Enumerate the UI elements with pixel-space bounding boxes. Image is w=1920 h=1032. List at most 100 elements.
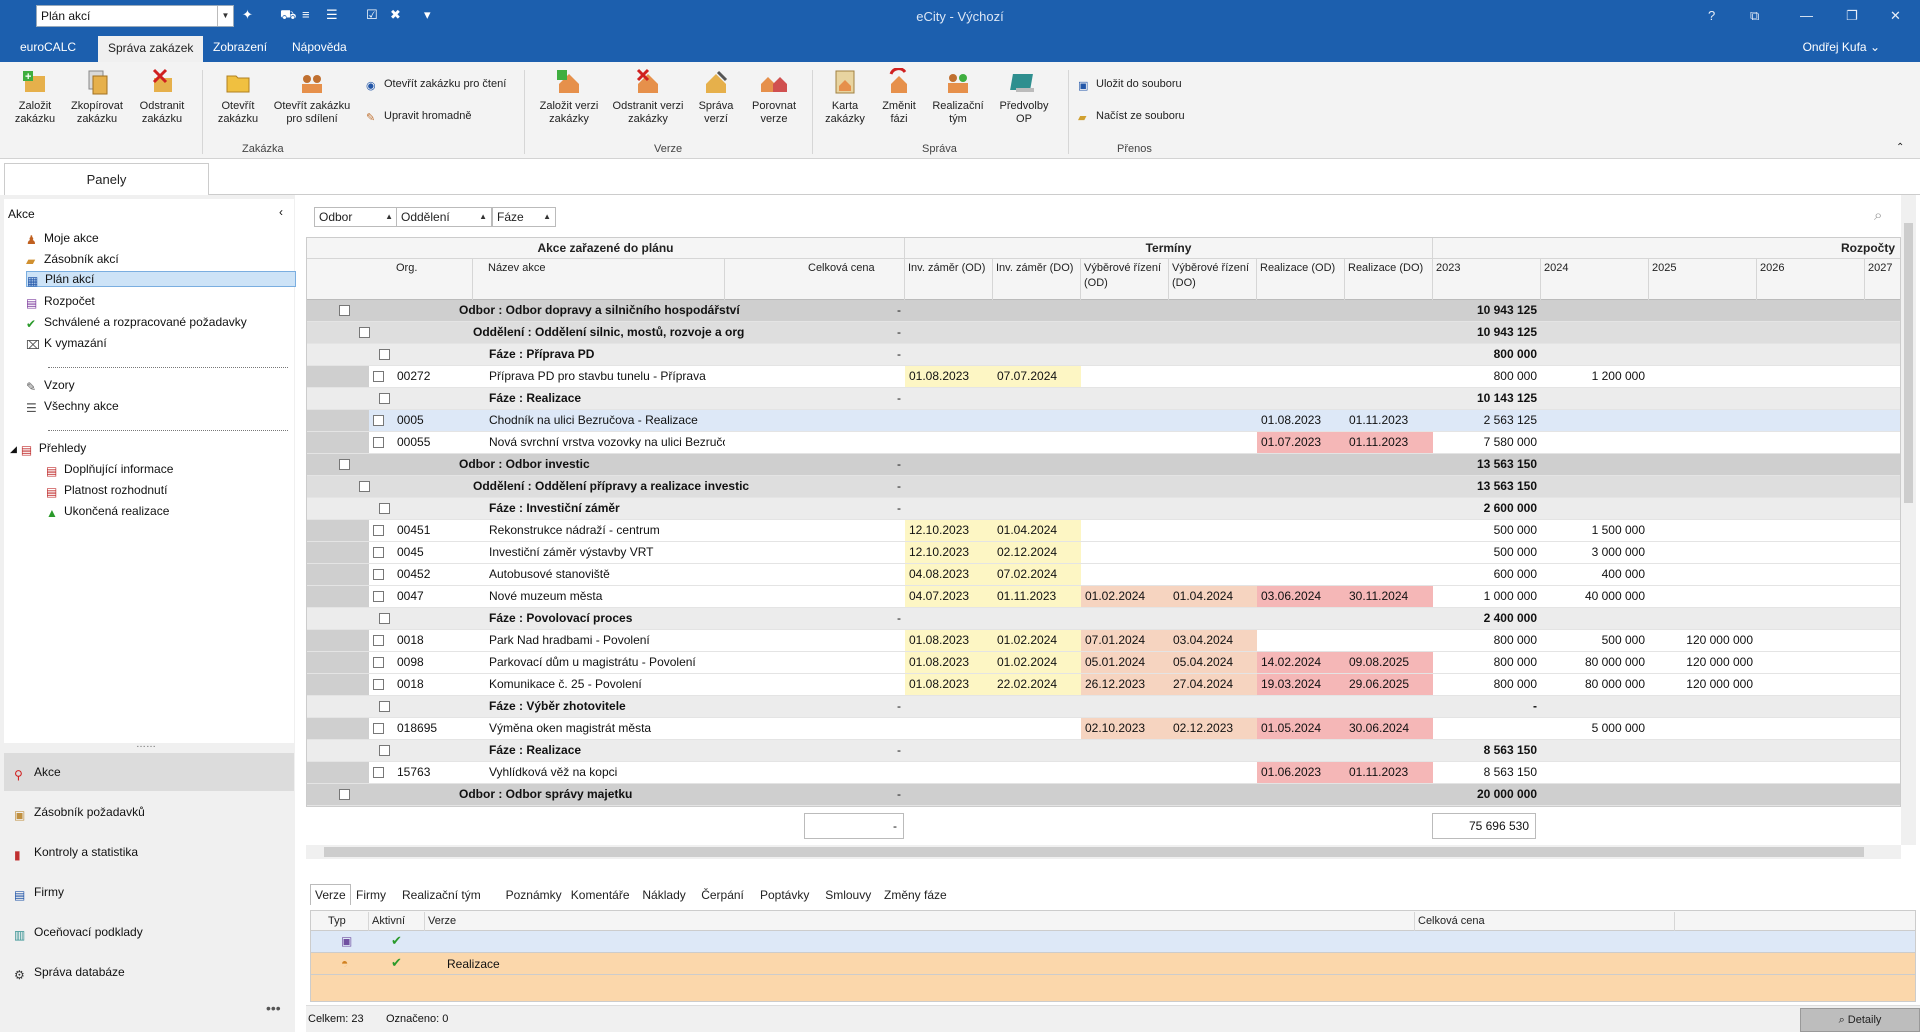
group-row[interactable]: Odbor : Odbor správy majetku - 20 000 000	[307, 784, 1900, 806]
nav-ocenovaci[interactable]: ▥ Oceňovací podklady	[4, 913, 294, 951]
detail-tab[interactable]: Verze	[310, 884, 351, 905]
tab-zobrazeni[interactable]: Zobrazení	[213, 40, 267, 54]
column-header[interactable]: Org.	[393, 259, 473, 300]
odstranit-zakazku-button[interactable]: Odstranit zakázku	[134, 68, 190, 126]
otevrit-sdileni-button[interactable]: Otevřít zakázku pro sdílení	[270, 68, 354, 126]
group-row[interactable]: Fáze : Realizace - 8 563 150	[307, 740, 1900, 762]
row-checkbox[interactable]	[373, 525, 384, 536]
detail-tab[interactable]: Komentáře	[571, 888, 630, 902]
table-row[interactable]: 00451 Rekonstrukce nádraží - centrum 12.10…	[307, 520, 1900, 542]
column-header[interactable]: Výběrové řízení (DO)	[1169, 259, 1257, 300]
group-row[interactable]: Fáze : Realizace - 10 143 125	[307, 388, 1900, 410]
table-row[interactable]: 00452 Autobusové stanoviště 04.08.2023 07.0…	[307, 564, 1900, 586]
row-checkbox[interactable]	[379, 503, 390, 514]
group-row[interactable]: Fáze : Příprava PD - 800 000	[307, 344, 1900, 366]
panely-tab[interactable]: Panely	[4, 163, 209, 195]
column-header[interactable]: Celková cena	[805, 259, 905, 300]
nav-zasobnik-pozadavku[interactable]: ▣ Zásobník požadavků	[4, 793, 294, 831]
row-checkbox[interactable]	[379, 745, 390, 756]
col-typ[interactable]: Typ	[325, 912, 369, 931]
detail-tab[interactable]: Smlouvy	[825, 888, 871, 902]
user-menu[interactable]: Ondřej Kufa ⌄	[1803, 40, 1880, 54]
row-checkbox[interactable]	[339, 305, 350, 316]
group-row[interactable]: Fáze : Povolovací proces - 2 400 000	[307, 608, 1900, 630]
detail-tab[interactable]: Náklady	[642, 888, 685, 902]
table-row[interactable]: 00055 Nová svrchní vrstva vozovky na ulic…	[307, 432, 1900, 454]
nav-sprava-databaze[interactable]: ⚙ Správa databáze	[4, 953, 294, 991]
table-row[interactable]: 0047 Nové muzeum města 04.07.2023 01.11.202…	[307, 586, 1900, 608]
nav-firmy[interactable]: ▤ Firmy	[4, 873, 294, 911]
otevrit-zakazku-button[interactable]: Otevřít zakázku	[210, 68, 266, 126]
table-row[interactable]: 15763 Vyhlídková věž na kopci 01.06.2023 01…	[307, 762, 1900, 784]
maximize-icon[interactable]: ❐	[1846, 8, 1858, 24]
nav-kontroly[interactable]: ▮ Kontroly a statistika	[4, 833, 294, 871]
nav-akce[interactable]: ⚲ Akce	[4, 753, 294, 791]
tree-doplnujici[interactable]: ▤ Doplňující informace	[46, 462, 173, 478]
nacist-ze-souboru-button[interactable]: ▰ Načíst ze souboru	[1078, 110, 1185, 124]
row-checkbox[interactable]	[373, 547, 384, 558]
tree-zasobnik-akci[interactable]: ▰ Zásobník akcí	[26, 252, 119, 268]
row-checkbox[interactable]	[379, 613, 390, 624]
table-row[interactable]: 0005 Chodník na ulici Bezručova - Realiza…	[307, 410, 1900, 432]
group-row[interactable]: Oddělení : Oddělení silnic, mostů, rozvo…	[307, 322, 1900, 344]
row-checkbox[interactable]	[339, 789, 350, 800]
group-row[interactable]: Odbor : Odbor investic - 13 563 150	[307, 454, 1900, 476]
upravit-hromadne-button[interactable]: ✎ Upravit hromadně	[366, 110, 471, 124]
col-aktivni[interactable]: Aktivní	[369, 912, 425, 931]
row-checkbox[interactable]	[373, 635, 384, 646]
otevrit-cteni-button[interactable]: ◉ Otevřít zakázku pro čtení	[366, 78, 506, 92]
table-row[interactable]: 00272 Příprava PD pro stavbu tunelu - Pří…	[307, 366, 1900, 388]
column-header[interactable]: Inv. záměr (DO)	[993, 259, 1081, 300]
column-header[interactable]: Výběrové řízení (OD)	[1081, 259, 1169, 300]
collapse-ribbon-icon[interactable]: ⌃	[1896, 142, 1904, 153]
karta-zakazky-button[interactable]: Karta zakázky	[820, 68, 870, 126]
row-checkbox[interactable]	[379, 701, 390, 712]
close-icon[interactable]: ✕	[1890, 8, 1901, 24]
horizontal-scrollbar[interactable]	[306, 845, 1901, 859]
zalozit-zakazku-button[interactable]: + Založit zakázku	[8, 68, 62, 126]
detail-tab[interactable]: Poznámky	[506, 888, 562, 902]
row-checkbox[interactable]	[373, 415, 384, 426]
detail-tab[interactable]: Realizační tým	[402, 888, 481, 902]
column-header[interactable]: 2024	[1541, 259, 1649, 300]
group-row[interactable]: Fáze : Výběr zhotovitele - -	[307, 696, 1900, 718]
table-row[interactable]: 0045 Investiční záměr výstavby VRT 12.10.2…	[307, 542, 1900, 564]
row-checkbox[interactable]	[373, 657, 384, 668]
porovnat-verze-button[interactable]: Porovnat verze	[746, 68, 802, 126]
filter-odbor[interactable]: Odbor ▲	[314, 207, 398, 227]
row-checkbox[interactable]	[359, 327, 370, 338]
version-row[interactable]: ◓ ✔ Realizace	[311, 953, 1915, 975]
tree-moje-akce[interactable]: ♟ Moje akce	[26, 231, 99, 247]
column-header[interactable]: Realizace (DO)	[1345, 259, 1433, 300]
sprava-verzi-button[interactable]: Správa verzí	[690, 68, 742, 126]
tree-vsechny-akce[interactable]: ☰ Všechny akce	[26, 399, 119, 415]
tree-vzory[interactable]: ✎ Vzory	[26, 378, 75, 394]
column-header[interactable]: Inv. záměr (OD)	[905, 259, 993, 300]
table-row[interactable]: 0018 Komunikace č. 25 - Povolení 01.08.202…	[307, 674, 1900, 696]
version-row[interactable]: ▣ ✔	[311, 931, 1915, 953]
zmenit-fazi-button[interactable]: Změnit fázi	[874, 68, 924, 126]
collapse-panel-icon[interactable]: ‹	[279, 205, 283, 219]
row-checkbox[interactable]	[373, 767, 384, 778]
ulozit-do-souboru-button[interactable]: ▣ Uložit do souboru	[1078, 78, 1182, 92]
vertical-scrollbar[interactable]	[1901, 195, 1916, 845]
tab-sprava-zakazek[interactable]: Správa zakázek	[98, 36, 204, 62]
row-checkbox[interactable]	[373, 591, 384, 602]
column-header[interactable]: 2023	[1433, 259, 1541, 300]
column-header[interactable]: 2025	[1649, 259, 1757, 300]
table-row[interactable]: 0098 Parkovací dům u magistrátu - Povolen…	[307, 652, 1900, 674]
col-celkova-cena[interactable]: Celková cena	[1415, 912, 1675, 931]
help-button[interactable]: ?	[1708, 8, 1715, 23]
row-checkbox[interactable]	[373, 569, 384, 580]
detail-tab[interactable]: Změny fáze	[884, 888, 947, 902]
column-header[interactable]: Realizace (OD)	[1257, 259, 1345, 300]
minimize-icon[interactable]: —	[1800, 8, 1813, 23]
detaily-button[interactable]: ⌕ Detaily	[1800, 1008, 1920, 1032]
filter-faze[interactable]: Fáze ▲	[492, 207, 556, 227]
tab-napoveda[interactable]: Nápověda	[292, 40, 347, 54]
filter-oddeleni[interactable]: Oddělení ▲	[396, 207, 492, 227]
group-row[interactable]: Odbor : Odbor dopravy a silničního hospo…	[307, 300, 1900, 322]
detail-tab[interactable]: Poptávky	[760, 888, 809, 902]
tree-schvalene[interactable]: ✔ Schválené a rozpracované požadavky	[26, 315, 247, 331]
table-row[interactable]: 018695 Výměna oken magistrát města 02.10.2…	[307, 718, 1900, 740]
